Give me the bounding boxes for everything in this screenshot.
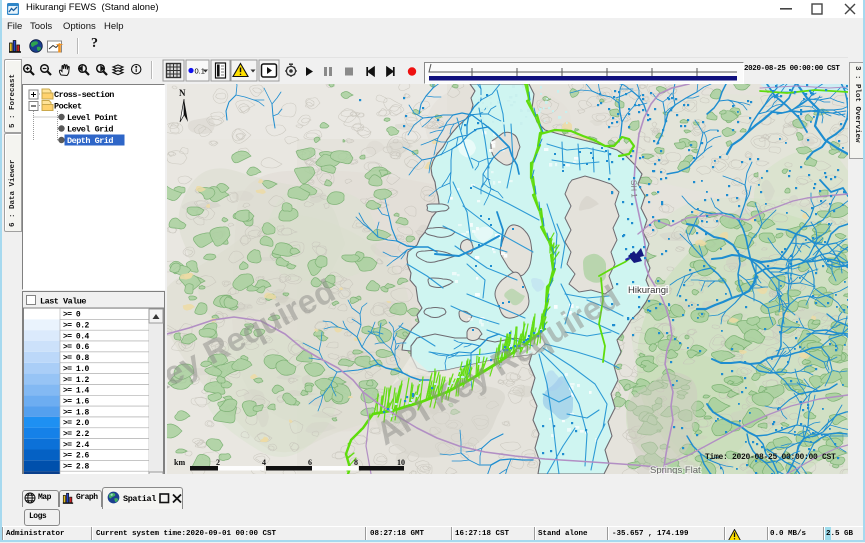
svg-text:N: N — [179, 88, 186, 98]
svg-text:Last Value: Last Value — [40, 297, 86, 307]
svg-text:>= 0.2: >= 0.2 — [63, 322, 90, 331]
svg-text:2: 2 — [216, 458, 220, 467]
svg-text:Level Grid: Level Grid — [67, 125, 113, 135]
svg-text:km: km — [174, 458, 185, 467]
svg-text:>= 2.2: >= 2.2 — [63, 430, 90, 439]
svg-text:Cross-section: Cross-section — [54, 90, 114, 100]
svg-text:>= 1.0: >= 1.0 — [63, 365, 90, 374]
svg-text:Hikurangi: Hikurangi — [628, 285, 668, 296]
svg-text:6: 6 — [308, 458, 312, 467]
svg-text:8: 8 — [354, 458, 358, 467]
svg-text:Time: 2020-08-25 00:00:00 CST: Time: 2020-08-25 00:00:00 CST — [705, 453, 836, 462]
svg-text:>= 2.0: >= 2.0 — [63, 419, 90, 428]
svg-text:10: 10 — [397, 458, 405, 467]
svg-text:Springs Flat: Springs Flat — [650, 465, 701, 474]
svg-text:>= 0.4: >= 0.4 — [63, 332, 90, 341]
svg-text:>= 1.6: >= 1.6 — [63, 398, 90, 407]
svg-text:Level Point: Level Point — [67, 113, 118, 123]
svg-text:0.1: 0.1 — [195, 67, 205, 76]
svg-text:Pocket: Pocket — [54, 102, 82, 112]
svg-text:>= 0.8: >= 0.8 — [63, 354, 90, 363]
svg-text:>= 1.4: >= 1.4 — [63, 387, 90, 396]
svg-text:>= 1.2: >= 1.2 — [63, 376, 90, 385]
svg-text:>= 2.8: >= 2.8 — [63, 463, 90, 472]
svg-text:>= 1.8: >= 1.8 — [63, 408, 90, 417]
svg-text:>= 0: >= 0 — [63, 311, 81, 320]
svg-text:>= 0.6: >= 0.6 — [63, 343, 90, 352]
svg-text:>= 2.4: >= 2.4 — [63, 441, 90, 450]
svg-text:SH 1: SH 1 — [629, 180, 639, 199]
svg-text:Depth Grid: Depth Grid — [67, 136, 113, 146]
svg-text:4: 4 — [262, 458, 266, 467]
svg-text:>= 2.6: >= 2.6 — [63, 452, 90, 461]
